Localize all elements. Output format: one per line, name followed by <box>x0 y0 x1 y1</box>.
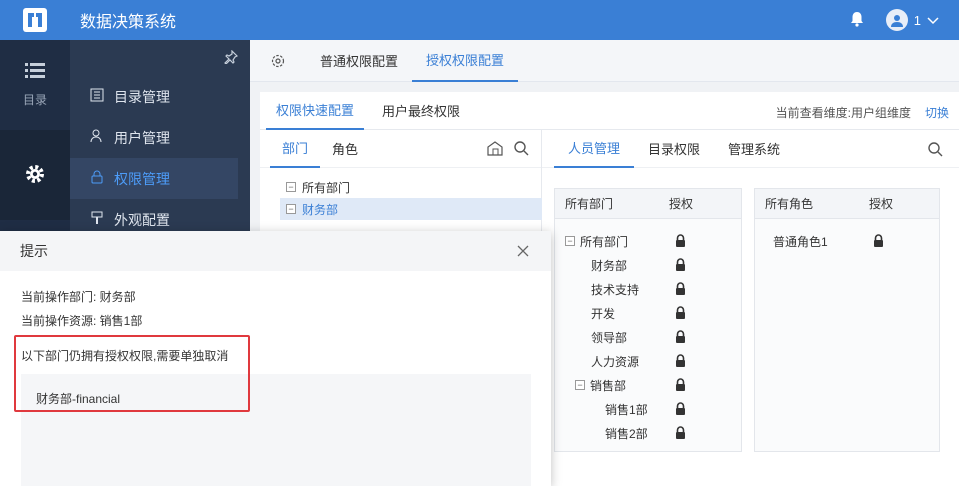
col-header-auth: 授权 <box>869 197 894 211</box>
pin-icon[interactable] <box>224 49 239 67</box>
dept-label: 技术支持 <box>591 282 640 297</box>
tree-node-all-departments[interactable]: − 所有部门 <box>260 176 541 198</box>
highlight-box <box>14 335 250 412</box>
bell-icon[interactable] <box>850 11 864 30</box>
nav-item-label: 用户管理 <box>114 129 170 146</box>
dept-label: 销售2部 <box>605 426 648 441</box>
dept-permission-card: 所有部门 授权 − 所有部门 财务部 技术支持 开发 领导部 人力资源 − 销售部 销售1部 销售2… <box>554 188 742 452</box>
user-icon <box>90 129 104 146</box>
dialog-title: 提示 <box>20 243 48 259</box>
collapse-icon[interactable]: − <box>286 182 296 192</box>
rail-item-label: 目录 <box>22 93 47 107</box>
collapse-icon[interactable]: − <box>286 204 296 214</box>
dept-row: − 所有部门 <box>555 229 741 253</box>
tab-directory-permission[interactable]: 目录权限 <box>634 130 714 168</box>
user-menu[interactable]: 1 <box>885 9 939 31</box>
rail-item-directory[interactable]: 目录 <box>0 40 70 130</box>
search-icon[interactable] <box>927 141 943 160</box>
dept-label: 人力资源 <box>591 354 640 369</box>
dept-row: 销售1部 <box>555 397 741 421</box>
settings-icon[interactable] <box>250 53 306 69</box>
dept-label: 开发 <box>591 306 616 321</box>
nav-item-label: 权限管理 <box>114 170 170 187</box>
rail-item-settings[interactable] <box>0 130 70 220</box>
dept-label: 领导部 <box>591 330 628 345</box>
tree-node-label: 财务部 <box>302 202 339 217</box>
dept-row: 开发 <box>555 301 741 325</box>
lock-icon[interactable] <box>675 402 686 418</box>
collapse-icon[interactable]: − <box>575 380 585 390</box>
dialog-current-resource: 当前操作资源: 销售1部 <box>21 314 143 328</box>
nav-item-label: 外观配置 <box>114 211 170 228</box>
brush-icon <box>90 211 104 228</box>
lock-icon[interactable] <box>675 258 686 274</box>
chevron-down-icon <box>927 13 939 28</box>
dept-label: 所有部门 <box>580 234 629 249</box>
lock-icon[interactable] <box>675 306 686 322</box>
dept-row: 人力资源 <box>555 349 741 373</box>
prompt-dialog: 提示 当前操作部门: 财务部 当前操作资源: 销售1部 以下部门仍拥有授权权限,… <box>0 231 551 486</box>
nav-item-label: 目录管理 <box>114 88 170 105</box>
tab-normal-permission[interactable]: 普通权限配置 <box>306 40 412 82</box>
permission-detail-pane: 人员管理 目录权限 管理系统 所有部门 授权 − 所有部门 财务部 技术支持 开发 领导部… <box>542 130 959 486</box>
tree-node-label: 所有部门 <box>302 180 351 195</box>
lock-icon[interactable] <box>675 330 686 346</box>
user-name: 1 <box>913 12 921 28</box>
list-icon <box>25 62 45 81</box>
lock-icon[interactable] <box>675 282 686 298</box>
nav-item-directory[interactable]: 目录管理 <box>70 76 250 117</box>
dept-row: − 销售部 <box>555 373 741 397</box>
catalog-icon <box>90 88 104 105</box>
lock-icon <box>90 170 104 187</box>
dimension-info: 当前查看维度:用户组维度 <box>775 106 911 120</box>
col-header-role: 所有角色 <box>765 197 814 211</box>
role-row: 普通角色1 <box>755 229 939 253</box>
dialog-current-dept: 当前操作部门: 财务部 <box>21 290 136 304</box>
dept-label: 销售部 <box>590 378 627 393</box>
top-header: 数据决策系统 1 <box>0 0 959 40</box>
lock-icon[interactable] <box>675 354 686 370</box>
dept-row: 财务部 <box>555 253 741 277</box>
tab-admin-system[interactable]: 管理系统 <box>714 130 794 168</box>
lock-icon[interactable] <box>675 234 686 250</box>
lock-icon[interactable] <box>675 378 686 394</box>
gear-icon <box>24 163 46 188</box>
dept-label: 销售1部 <box>605 402 648 417</box>
search-icon[interactable] <box>513 140 529 159</box>
tab-grant-permission[interactable]: 授权权限配置 <box>412 40 519 82</box>
role-label: 普通角色1 <box>773 234 828 249</box>
col-header-dept: 所有部门 <box>565 197 614 211</box>
tab-quick-config[interactable]: 权限快速配置 <box>266 92 365 130</box>
app-logo <box>0 0 70 40</box>
lock-icon[interactable] <box>675 426 686 442</box>
avatar <box>885 9 908 31</box>
tab-department[interactable]: 部门 <box>270 130 321 168</box>
dept-row: 销售2部 <box>555 421 741 445</box>
switch-link[interactable]: 切换 <box>925 104 949 121</box>
col-header-auth: 授权 <box>669 197 694 211</box>
tab-final-permission[interactable]: 用户最终权限 <box>372 92 470 130</box>
lock-icon[interactable] <box>873 234 884 250</box>
nav-item-users[interactable]: 用户管理 <box>70 117 250 158</box>
role-permission-card: 所有角色 授权 普通角色1 <box>754 188 940 452</box>
building-icon[interactable] <box>487 140 505 159</box>
dept-row: 技术支持 <box>555 277 741 301</box>
tree-node-finance[interactable]: − 财务部 <box>280 198 542 220</box>
tab-role[interactable]: 角色 <box>320 130 370 168</box>
close-icon[interactable] <box>515 243 531 259</box>
tab-personnel[interactable]: 人员管理 <box>554 130 635 168</box>
dept-row: 领导部 <box>555 325 741 349</box>
app-title: 数据决策系统 <box>80 14 177 31</box>
collapse-icon[interactable]: − <box>565 236 575 246</box>
dept-label: 财务部 <box>591 258 628 273</box>
nav-item-permissions[interactable]: 权限管理 <box>70 158 238 199</box>
